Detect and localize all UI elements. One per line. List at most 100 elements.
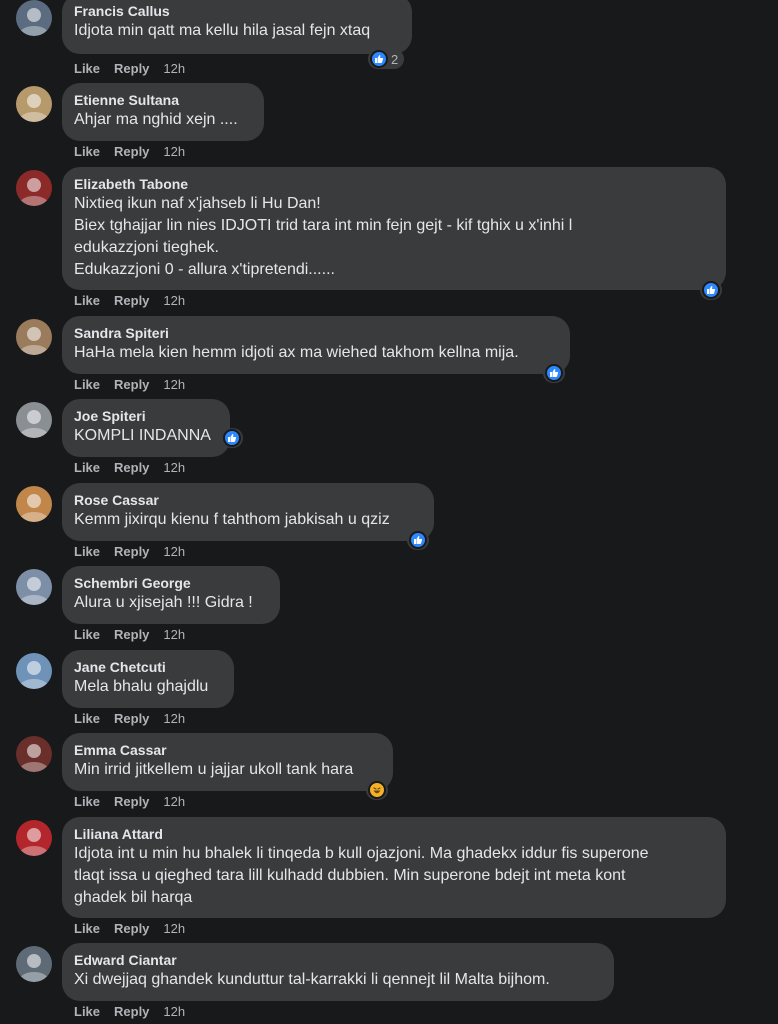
reply-button[interactable]: Reply bbox=[114, 293, 149, 308]
comment-actions: Like Reply 12h bbox=[74, 794, 199, 810]
reply-button[interactable]: Reply bbox=[114, 794, 149, 809]
like-icon bbox=[702, 281, 720, 299]
timestamp[interactable]: 12h bbox=[163, 921, 185, 936]
like-icon bbox=[223, 429, 241, 447]
like-button[interactable]: Like bbox=[74, 627, 100, 642]
comment-text-line: Alura u xjisejah !!! Gidra ! bbox=[74, 594, 253, 611]
comment-bubble: Sandra Spiteri HaHa mela kien hemm idjot… bbox=[62, 316, 570, 374]
comment-actions: Like Reply 12h bbox=[74, 460, 199, 476]
comment-bubble: Elizabeth Tabone Nixtieq ikun naf x'jahs… bbox=[62, 167, 726, 290]
reaction-summary[interactable] bbox=[221, 428, 243, 448]
reaction-count: 2 bbox=[391, 51, 399, 67]
like-icon bbox=[409, 531, 427, 549]
timestamp[interactable]: 12h bbox=[163, 144, 185, 159]
avatar[interactable] bbox=[16, 569, 52, 605]
reply-button[interactable]: Reply bbox=[114, 627, 149, 642]
reply-button[interactable]: Reply bbox=[114, 144, 149, 159]
comment-bubble: Liliana Attard Idjota int u min hu bhale… bbox=[62, 817, 726, 918]
reply-button[interactable]: Reply bbox=[114, 61, 149, 76]
like-button[interactable]: Like bbox=[74, 460, 100, 475]
comment-text-line: KOMPLI INDANNA bbox=[74, 427, 211, 444]
timestamp[interactable]: 12h bbox=[163, 293, 185, 308]
like-button[interactable]: Like bbox=[74, 921, 100, 936]
avatar[interactable] bbox=[16, 170, 52, 206]
haha-icon bbox=[368, 781, 386, 799]
comment-actions: Like Reply 12h bbox=[74, 293, 199, 309]
reply-button[interactable]: Reply bbox=[114, 460, 149, 475]
comment-bubble: Jane Chetcuti Mela bhalu ghajdlu bbox=[62, 650, 234, 708]
comment-text-line: Min irrid jitkellem u jajjar ukoll tank … bbox=[74, 761, 354, 778]
comment-bubble: Joe Spiteri KOMPLI INDANNA bbox=[62, 399, 230, 457]
comment-bubble: Rose Cassar Kemm jixirqu kienu f tahthom… bbox=[62, 483, 434, 541]
comment-text-line: Biex tghajjar lin nies IDJOTI trid tara … bbox=[74, 217, 573, 234]
comment-text-line: Nixtieq ikun naf x'jahseb li Hu Dan! bbox=[74, 195, 321, 212]
timestamp[interactable]: 12h bbox=[163, 61, 185, 76]
reply-button[interactable]: Reply bbox=[114, 711, 149, 726]
avatar[interactable] bbox=[16, 0, 52, 36]
reaction-summary[interactable]: 2 bbox=[368, 49, 405, 69]
comment-bubble: Edward Ciantar Xi dwejjaq ghandek kundut… bbox=[62, 943, 614, 1001]
timestamp[interactable]: 12h bbox=[163, 627, 185, 642]
commenter-name[interactable]: Sandra Spiteri bbox=[74, 324, 558, 342]
commenter-name[interactable]: Emma Cassar bbox=[74, 741, 381, 759]
like-button[interactable]: Like bbox=[74, 711, 100, 726]
commenter-name[interactable]: Etienne Sultana bbox=[74, 91, 252, 109]
like-button[interactable]: Like bbox=[74, 61, 100, 76]
commenter-name[interactable]: Joe Spiteri bbox=[74, 407, 218, 425]
commenter-name[interactable]: Elizabeth Tabone bbox=[74, 175, 714, 193]
avatar[interactable] bbox=[16, 736, 52, 772]
comment-text-line: Idjota int u min hu bhalek li tinqeda b … bbox=[74, 845, 649, 862]
timestamp[interactable]: 12h bbox=[163, 377, 185, 392]
reaction-summary[interactable] bbox=[700, 280, 722, 300]
timestamp[interactable]: 12h bbox=[163, 544, 185, 559]
comment-text-line: Xi dwejjaq ghandek kunduttur tal-karrakk… bbox=[74, 971, 550, 988]
avatar[interactable] bbox=[16, 946, 52, 982]
comment-actions: Like Reply 12h bbox=[74, 61, 199, 77]
avatar[interactable] bbox=[16, 319, 52, 355]
timestamp[interactable]: 12h bbox=[163, 1004, 185, 1019]
reaction-summary[interactable] bbox=[543, 363, 565, 383]
timestamp[interactable]: 12h bbox=[163, 711, 185, 726]
comment-bubble: Schembri George Alura u xjisejah !!! Gid… bbox=[62, 566, 280, 624]
like-button[interactable]: Like bbox=[74, 144, 100, 159]
avatar[interactable] bbox=[16, 402, 52, 438]
reply-button[interactable]: Reply bbox=[114, 377, 149, 392]
comment-text-line: Edukazzjoni 0 - allura x'tipretendi.....… bbox=[74, 261, 335, 278]
comment-bubble: Etienne Sultana Ahjar ma nghid xejn .... bbox=[62, 83, 264, 141]
commenter-name[interactable]: Rose Cassar bbox=[74, 491, 422, 509]
comment-text-line: HaHa mela kien hemm idjoti ax ma wiehed … bbox=[74, 344, 519, 361]
commenter-name[interactable]: Liliana Attard bbox=[74, 825, 714, 843]
commenter-name[interactable]: Schembri George bbox=[74, 574, 268, 592]
avatar[interactable] bbox=[16, 820, 52, 856]
comment-text-line: edukazzjoni tieghek. bbox=[74, 239, 219, 256]
comment-actions: Like Reply 12h bbox=[74, 627, 199, 643]
reply-button[interactable]: Reply bbox=[114, 544, 149, 559]
reply-button[interactable]: Reply bbox=[114, 921, 149, 936]
like-button[interactable]: Like bbox=[74, 293, 100, 308]
commenter-name[interactable]: Jane Chetcuti bbox=[74, 658, 222, 676]
commenter-name[interactable]: Francis Callus bbox=[74, 2, 400, 20]
comment-text-line: Mela bhalu ghajdlu bbox=[74, 678, 209, 695]
avatar[interactable] bbox=[16, 486, 52, 522]
like-button[interactable]: Like bbox=[74, 1004, 100, 1019]
timestamp[interactable]: 12h bbox=[163, 460, 185, 475]
like-button[interactable]: Like bbox=[74, 544, 100, 559]
comment-actions: Like Reply 12h bbox=[74, 144, 199, 160]
like-button[interactable]: Like bbox=[74, 377, 100, 392]
comment-text-line: ghadek bil harqa bbox=[74, 889, 193, 906]
timestamp[interactable]: 12h bbox=[163, 794, 185, 809]
comment-actions: Like Reply 12h bbox=[74, 921, 199, 937]
comment-text-line: Kemm jixirqu kienu f tahthom jabkisah u … bbox=[74, 511, 390, 528]
comment-bubble: Emma Cassar Min irrid jitkellem u jajjar… bbox=[62, 733, 393, 791]
reaction-summary[interactable] bbox=[366, 780, 388, 800]
like-button[interactable]: Like bbox=[74, 794, 100, 809]
reaction-summary[interactable] bbox=[407, 530, 429, 550]
like-icon bbox=[545, 364, 563, 382]
comment-bubble: Francis Callus Idjota min qatt ma kellu … bbox=[62, 0, 412, 54]
comment-text-line: Ahjar ma nghid xejn .... bbox=[74, 111, 238, 128]
reply-button[interactable]: Reply bbox=[114, 1004, 149, 1019]
avatar[interactable] bbox=[16, 653, 52, 689]
comment-actions: Like Reply 12h bbox=[74, 1004, 199, 1020]
commenter-name[interactable]: Edward Ciantar bbox=[74, 951, 602, 969]
avatar[interactable] bbox=[16, 86, 52, 122]
